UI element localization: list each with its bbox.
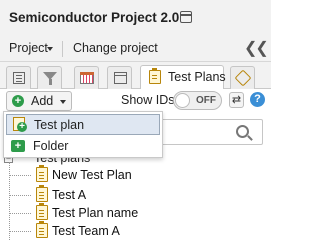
tree-toolbar: + Add Show IDs OFF ⇄ ? [0,89,271,113]
tab-calendar[interactable] [74,66,99,89]
add-button-label: Add [31,94,54,108]
tag-icon [234,69,252,87]
new-test-plan-icon [13,117,27,132]
tree-connector [9,175,31,176]
filter-icon [43,72,57,85]
tab-filter[interactable] [37,66,62,89]
tree-connector [9,162,10,240]
menu-item-label: Test plan [34,118,85,132]
test-plan-icon [36,203,48,220]
help-icon[interactable]: ? [250,92,265,107]
list-icon [13,72,25,84]
menu-item-folder[interactable]: + Folder [6,136,160,157]
menu-item-label: Folder [33,139,69,153]
change-project-link[interactable]: Change project [73,41,158,55]
tree-item-label: Test Plan name [52,206,139,220]
calendar-icon [80,72,94,84]
tab-list[interactable] [6,66,31,89]
new-folder-icon: + [11,140,25,152]
tab-label: Test Plans [168,70,226,84]
test-plan-icon [149,68,161,84]
tree-connector [9,213,31,214]
toggle-knob [175,93,190,108]
window-icon[interactable] [180,11,192,23]
tree-item-label: Test Team A [52,224,120,238]
test-plan-icon [36,165,48,182]
tab-window[interactable] [107,66,132,89]
tree-connector [9,231,31,232]
add-menu: Test plan + Folder [3,111,163,158]
menu-divider [62,41,63,57]
double-chevron-left-icon[interactable]: ❮❮ [244,38,269,58]
tree-item-label: Test A [52,188,87,202]
project-menu-bar: Project Change project ❮❮ [0,36,271,62]
window-icon [114,72,127,84]
project-menu[interactable]: Project [9,41,48,55]
chevron-down-icon[interactable] [47,47,53,51]
test-plan-icon [36,185,48,202]
add-button[interactable]: + Add [6,91,72,111]
show-ids-toggle[interactable]: OFF [173,91,222,110]
panel-header: Semiconductor Project 2.0 [0,0,271,36]
tree-connector [9,195,31,196]
toggle-state: OFF [196,95,216,106]
view-tabs: Test Plans [0,62,271,89]
project-title: Semiconductor Project 2.0 [9,10,180,25]
refresh-icon[interactable]: ⇄ [229,92,244,108]
tree-item-label: New Test Plan [52,168,132,182]
test-plan-tree: − Test plans New Test Plan Test A Test P… [0,148,271,240]
show-ids-label: Show IDs [121,93,175,107]
test-plan-icon [36,221,48,238]
tab-test-plans[interactable]: Test Plans [140,65,226,89]
menu-item-test-plan[interactable]: Test plan [6,114,160,135]
tab-tags[interactable] [230,66,255,89]
search-input[interactable] [160,119,263,145]
search-icon[interactable] [236,125,249,138]
plus-icon: + [12,95,24,107]
chevron-down-icon [60,100,66,104]
